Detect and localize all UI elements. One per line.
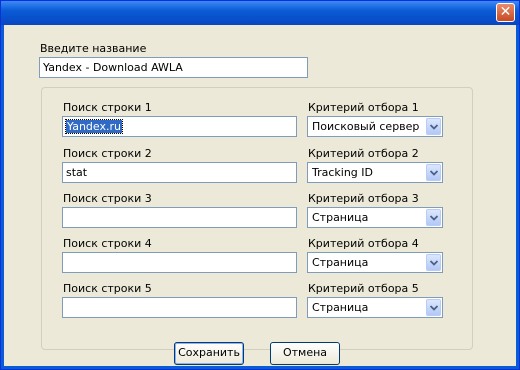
dropdown-button-2[interactable] bbox=[426, 164, 441, 181]
criteria-select-4-value: Страница bbox=[312, 256, 369, 269]
search-label-2: Поиск строки 2 bbox=[63, 147, 152, 160]
criteria-select-3-value: Страница bbox=[312, 211, 369, 224]
search-input-2[interactable]: stat bbox=[62, 162, 297, 183]
title-bar[interactable]: ✕ bbox=[1, 1, 519, 25]
criteria-select-5[interactable]: Страница bbox=[307, 297, 443, 318]
search-input-1-selected-text: Yandex.ru bbox=[65, 119, 123, 134]
search-label-3: Поиск строки 3 bbox=[63, 192, 152, 205]
criteria-select-5-value: Страница bbox=[312, 301, 369, 314]
criteria-select-2-value: Tracking ID bbox=[312, 166, 374, 179]
close-button[interactable]: ✕ bbox=[496, 3, 515, 22]
criteria-select-3[interactable]: Страница bbox=[307, 207, 443, 228]
chevron-down-icon bbox=[430, 260, 438, 266]
close-icon: ✕ bbox=[499, 4, 512, 20]
search-label-5: Поиск строки 5 bbox=[63, 282, 152, 295]
chevron-down-icon bbox=[430, 215, 438, 221]
cancel-button[interactable]: Отмена bbox=[270, 342, 340, 365]
dropdown-button-3[interactable] bbox=[426, 209, 441, 226]
dropdown-button-4[interactable] bbox=[426, 254, 441, 271]
name-label: Введите название bbox=[40, 42, 147, 55]
criteria-label-1: Критерий отбора 1 bbox=[308, 101, 419, 114]
search-input-4[interactable] bbox=[62, 252, 297, 273]
chevron-down-icon bbox=[430, 124, 438, 130]
criteria-select-1[interactable]: Поисковый сервер bbox=[307, 116, 443, 137]
criteria-select-1-value: Поисковый сервер bbox=[312, 120, 420, 133]
criteria-label-3: Критерий отбора 3 bbox=[308, 192, 419, 205]
search-input-3[interactable] bbox=[62, 207, 297, 228]
dropdown-button-5[interactable] bbox=[426, 299, 441, 316]
dialog-window: ✕ Введите название Yandex - Download AWL… bbox=[0, 0, 520, 370]
search-input-1[interactable]: Yandex.ru bbox=[62, 116, 297, 137]
dialog-body: Введите название Yandex - Download AWLA … bbox=[4, 25, 516, 366]
search-input-5[interactable] bbox=[62, 297, 297, 318]
chevron-down-icon bbox=[430, 305, 438, 311]
criteria-select-2[interactable]: Tracking ID bbox=[307, 162, 443, 183]
criteria-label-2: Критерий отбора 2 bbox=[308, 147, 419, 160]
criteria-label-4: Критерий отбора 4 bbox=[308, 237, 419, 250]
criteria-select-4[interactable]: Страница bbox=[307, 252, 443, 273]
search-label-1: Поиск строки 1 bbox=[63, 101, 152, 114]
search-label-4: Поиск строки 4 bbox=[63, 237, 152, 250]
name-input[interactable]: Yandex - Download AWLA bbox=[39, 57, 308, 78]
criteria-label-5: Критерий отбора 5 bbox=[308, 282, 419, 295]
chevron-down-icon bbox=[430, 170, 438, 176]
save-button[interactable]: Сохранить bbox=[174, 342, 244, 365]
dropdown-button-1[interactable] bbox=[426, 118, 441, 135]
